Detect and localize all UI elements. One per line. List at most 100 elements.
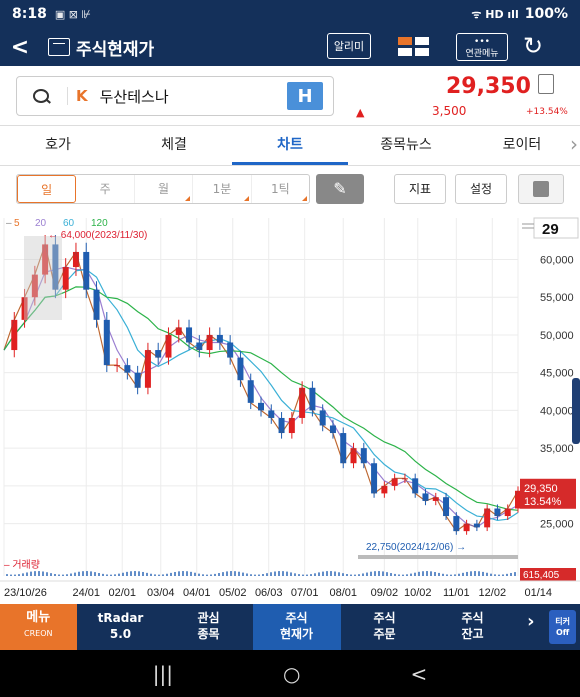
- system-nav: ||| ○ <: [0, 650, 580, 697]
- x-tick-label: 01/14: [524, 587, 552, 599]
- tab-news[interactable]: 종목뉴스: [348, 126, 464, 165]
- nav-watchlist[interactable]: 관심 종목: [165, 604, 253, 650]
- y-tick-label: 25,000: [540, 519, 574, 531]
- chevron-right-icon[interactable]: ›: [570, 132, 578, 156]
- tab-reuters[interactable]: 로이터: [464, 126, 580, 165]
- volume-bar: [350, 574, 352, 576]
- volume-bar: [450, 574, 452, 576]
- volume-tag: 615,405: [523, 570, 560, 581]
- back-icon[interactable]: <: [410, 662, 427, 686]
- period-label: 일: [41, 183, 53, 197]
- alimi-button[interactable]: 알리미: [327, 33, 371, 59]
- candle-body: [83, 251, 90, 290]
- candle-body: [381, 485, 388, 494]
- period-week[interactable]: 주: [76, 175, 135, 203]
- top-label: 29: [542, 221, 559, 238]
- volume-bar: [286, 571, 288, 576]
- home-icon[interactable]: ○: [283, 662, 300, 686]
- candle-body: [340, 433, 347, 464]
- candle-body: [144, 350, 151, 388]
- volume-bar: [446, 574, 448, 576]
- back-button[interactable]: <: [0, 35, 40, 60]
- volume-bar: [458, 573, 460, 576]
- price-change: 3,500: [432, 104, 467, 118]
- volume-bar: [98, 573, 100, 576]
- related-menu-button[interactable]: ••• 연관메뉴: [456, 33, 508, 61]
- related-menu-label: 연관메뉴: [465, 49, 499, 59]
- volume-bar: [90, 571, 92, 576]
- x-tick-label: 02/01: [108, 587, 136, 599]
- tab-chart[interactable]: 차트: [232, 126, 348, 165]
- layout-grid-icon[interactable]: [398, 37, 430, 57]
- volume-bar: [202, 574, 204, 576]
- app-bar: < 주식현재가 알리미 ••• 연관메뉴 ↻: [0, 28, 580, 66]
- x-tick-label: 24/01: [72, 587, 100, 599]
- nav-next-icon[interactable]: ›: [517, 604, 546, 650]
- period-minute[interactable]: 1분: [193, 175, 252, 203]
- nav-label: 5.0: [109, 627, 132, 641]
- tab-trades[interactable]: 체결: [116, 126, 232, 165]
- market-mark: K: [67, 87, 88, 105]
- recent-apps-icon[interactable]: |||: [153, 662, 173, 686]
- ticker-off-button[interactable]: 티커 Off: [549, 610, 576, 644]
- volume-bar: [234, 571, 236, 576]
- stock-name[interactable]: 두산테스나: [100, 86, 169, 107]
- period-label: 1틱: [270, 182, 290, 196]
- history-button[interactable]: H: [287, 82, 323, 110]
- search-icon[interactable]: [31, 85, 53, 107]
- price-tag-value: 29,350: [524, 483, 558, 495]
- volume-bar: [482, 571, 484, 576]
- settings-button[interactable]: 설정: [455, 174, 507, 204]
- menu-button[interactable]: 메뉴 CREON: [0, 604, 77, 650]
- price-chart[interactable]: 25,00030,00035,00040,00045,00050,00055,0…: [0, 212, 580, 604]
- stock-search-box[interactable]: K 두산테스나 H: [16, 76, 334, 116]
- legend-item: 20: [35, 218, 47, 229]
- candle-body: [453, 516, 460, 532]
- nav-current-price[interactable]: 주식 현재가: [252, 604, 341, 650]
- drawing-tool-button[interactable]: ✎: [316, 174, 364, 204]
- highlight-box: [24, 236, 62, 320]
- y-tick-label: 45,000: [540, 368, 574, 380]
- indicator-button[interactable]: 지표: [394, 174, 446, 204]
- menu-label: 메뉴: [26, 610, 51, 625]
- nav-tradar[interactable]: tRadar 5.0: [77, 604, 165, 650]
- volume-bar: [274, 571, 276, 576]
- volume-bar: [122, 572, 124, 576]
- volume-bar: [186, 571, 188, 576]
- signal-icons: ᯤ HD ıll: [471, 7, 519, 21]
- document-icon[interactable]: [538, 74, 554, 94]
- volume-bar: [246, 573, 248, 576]
- volume-bar: [494, 574, 496, 576]
- volume-bar: [162, 574, 164, 576]
- nav-order[interactable]: 주식 주문: [341, 604, 429, 650]
- period-selector: 일 주 월 1분 1틱: [16, 174, 310, 204]
- volume-bar: [430, 571, 432, 576]
- legend-item: 60: [63, 218, 75, 229]
- tab-hoga[interactable]: 호가: [0, 126, 116, 165]
- volume-bar: [146, 572, 148, 576]
- nav-label: tRadar: [97, 611, 144, 625]
- refresh-icon[interactable]: ↻: [523, 32, 543, 60]
- volume-label: – 거래량: [4, 559, 40, 571]
- chart-scrollbar: [358, 555, 518, 559]
- dropdown-corner-icon: [243, 196, 249, 201]
- volume-bar: [314, 573, 316, 576]
- volume-bar: [226, 571, 228, 576]
- volume-bar: [106, 574, 108, 576]
- volume-bar: [426, 571, 428, 576]
- period-tick[interactable]: 1틱: [252, 175, 309, 203]
- volume-bar: [422, 571, 424, 576]
- period-month[interactable]: 월: [135, 175, 194, 203]
- legend-item: 120: [91, 218, 108, 229]
- volume-bar: [498, 574, 500, 576]
- save-icon[interactable]: [518, 174, 564, 204]
- candle-body: [412, 478, 419, 494]
- nav-balance[interactable]: 주식 잔고: [429, 604, 517, 650]
- volume-bar: [338, 572, 340, 576]
- volume-bar: [42, 571, 44, 576]
- volume-bar: [326, 571, 328, 576]
- change-rate: +13.54%: [526, 107, 568, 117]
- volume-bar: [374, 571, 376, 576]
- volume-bar: [6, 574, 8, 576]
- period-day[interactable]: 일: [17, 175, 77, 203]
